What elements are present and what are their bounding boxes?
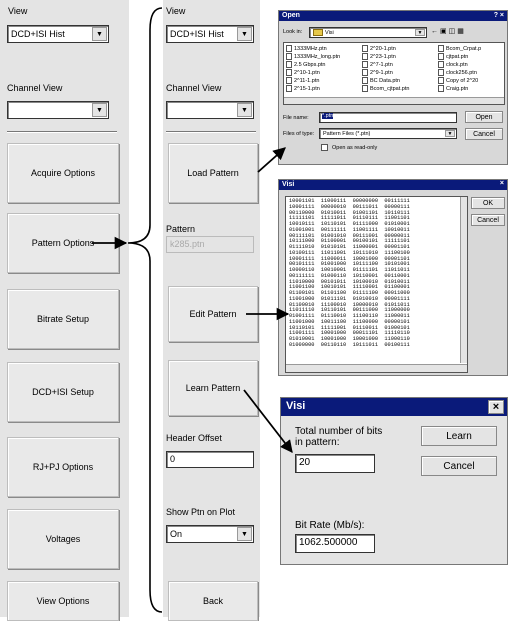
callout-arrows: [92, 7, 293, 613]
load-pattern-arrow: [257, 147, 286, 173]
learn-pattern-arrow: [243, 389, 293, 453]
brace-connector: [127, 7, 163, 613]
